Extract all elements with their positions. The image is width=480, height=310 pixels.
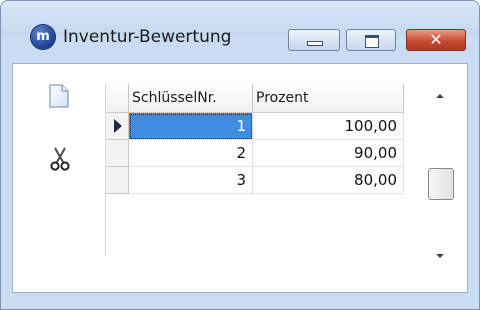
minimize-icon [307,41,323,46]
vertical-scrollbar[interactable] [427,84,454,258]
cell-key[interactable]: 2 [129,140,253,167]
table-row[interactable]: 1 100,00 [106,113,404,140]
scroll-up-icon[interactable] [436,94,444,98]
table-row[interactable]: 3 80,00 [106,167,404,194]
window-title: Inventur-Bewertung [63,27,232,47]
close-icon: ✕ [429,30,443,49]
app-logo-icon[interactable]: m [31,25,55,49]
row-selector[interactable] [106,113,129,140]
cell-key[interactable]: 3 [129,167,253,194]
current-row-arrow-icon [114,119,122,133]
cell-percent[interactable]: 80,00 [253,167,404,194]
new-document-icon[interactable] [49,84,69,108]
cell-percent[interactable]: 100,00 [253,113,404,140]
close-button[interactable]: ✕ [406,29,466,51]
cell-key[interactable]: 1 [129,113,253,140]
client-area: SchlüsselNr. Prozent 1 100,00 2 90,00 3 … [12,63,468,293]
row-selector[interactable] [106,167,129,194]
scissors-icon[interactable] [49,146,71,172]
column-header-prozent[interactable]: Prozent [253,84,404,113]
maximize-button[interactable] [346,29,396,51]
header-corner[interactable] [106,84,129,113]
column-header-schluesselnr[interactable]: SchlüsselNr. [129,84,253,113]
grid-header: SchlüsselNr. Prozent [106,84,410,113]
row-selector[interactable] [106,140,129,167]
maximize-icon [365,35,379,48]
cell-percent[interactable]: 90,00 [253,140,404,167]
app-window: m Inventur-Bewertung ✕ SchlüsselNr. Proz… [0,0,480,310]
scroll-thumb[interactable] [428,168,454,200]
table-row[interactable]: 2 90,00 [106,140,404,167]
data-grid: SchlüsselNr. Prozent 1 100,00 2 90,00 3 … [105,84,410,256]
minimize-button[interactable] [288,29,340,51]
scroll-down-icon[interactable] [436,254,444,258]
